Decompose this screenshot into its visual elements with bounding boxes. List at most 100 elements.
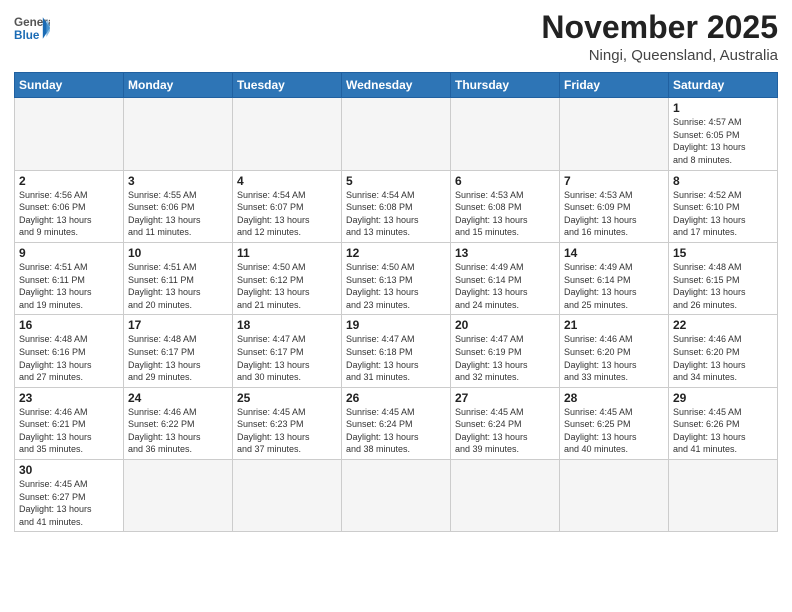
day-info: Sunrise: 4:53 AM Sunset: 6:09 PM Dayligh… bbox=[564, 189, 664, 239]
table-row: 28Sunrise: 4:45 AM Sunset: 6:25 PM Dayli… bbox=[560, 387, 669, 459]
table-row: 26Sunrise: 4:45 AM Sunset: 6:24 PM Dayli… bbox=[342, 387, 451, 459]
day-number: 6 bbox=[455, 174, 555, 188]
table-row bbox=[669, 460, 778, 532]
calendar-header-row: Sunday Monday Tuesday Wednesday Thursday… bbox=[15, 73, 778, 98]
table-row: 16Sunrise: 4:48 AM Sunset: 6:16 PM Dayli… bbox=[15, 315, 124, 387]
month-year-title: November 2025 bbox=[541, 10, 778, 45]
day-number: 12 bbox=[346, 246, 446, 260]
day-number: 27 bbox=[455, 391, 555, 405]
table-row bbox=[233, 98, 342, 170]
day-info: Sunrise: 4:47 AM Sunset: 6:17 PM Dayligh… bbox=[237, 333, 337, 383]
table-row: 6Sunrise: 4:53 AM Sunset: 6:08 PM Daylig… bbox=[451, 170, 560, 242]
day-info: Sunrise: 4:51 AM Sunset: 6:11 PM Dayligh… bbox=[19, 261, 119, 311]
day-number: 17 bbox=[128, 318, 228, 332]
table-row bbox=[15, 98, 124, 170]
title-block: November 2025 Ningi, Queensland, Austral… bbox=[541, 10, 778, 64]
day-number: 16 bbox=[19, 318, 119, 332]
day-info: Sunrise: 4:53 AM Sunset: 6:08 PM Dayligh… bbox=[455, 189, 555, 239]
table-row: 27Sunrise: 4:45 AM Sunset: 6:24 PM Dayli… bbox=[451, 387, 560, 459]
header-tuesday: Tuesday bbox=[233, 73, 342, 98]
table-row: 3Sunrise: 4:55 AM Sunset: 6:06 PM Daylig… bbox=[124, 170, 233, 242]
day-info: Sunrise: 4:50 AM Sunset: 6:12 PM Dayligh… bbox=[237, 261, 337, 311]
table-row bbox=[124, 98, 233, 170]
day-info: Sunrise: 4:46 AM Sunset: 6:21 PM Dayligh… bbox=[19, 406, 119, 456]
table-row: 14Sunrise: 4:49 AM Sunset: 6:14 PM Dayli… bbox=[560, 242, 669, 314]
logo-icon: General Blue bbox=[14, 10, 50, 46]
header-monday: Monday bbox=[124, 73, 233, 98]
table-row: 29Sunrise: 4:45 AM Sunset: 6:26 PM Dayli… bbox=[669, 387, 778, 459]
day-number: 24 bbox=[128, 391, 228, 405]
day-number: 22 bbox=[673, 318, 773, 332]
table-row: 17Sunrise: 4:48 AM Sunset: 6:17 PM Dayli… bbox=[124, 315, 233, 387]
header-sunday: Sunday bbox=[15, 73, 124, 98]
table-row bbox=[451, 460, 560, 532]
day-number: 14 bbox=[564, 246, 664, 260]
day-number: 28 bbox=[564, 391, 664, 405]
header-saturday: Saturday bbox=[669, 73, 778, 98]
table-row: 7Sunrise: 4:53 AM Sunset: 6:09 PM Daylig… bbox=[560, 170, 669, 242]
day-number: 15 bbox=[673, 246, 773, 260]
table-row: 8Sunrise: 4:52 AM Sunset: 6:10 PM Daylig… bbox=[669, 170, 778, 242]
table-row: 22Sunrise: 4:46 AM Sunset: 6:20 PM Dayli… bbox=[669, 315, 778, 387]
day-info: Sunrise: 4:48 AM Sunset: 6:15 PM Dayligh… bbox=[673, 261, 773, 311]
header-friday: Friday bbox=[560, 73, 669, 98]
table-row: 23Sunrise: 4:46 AM Sunset: 6:21 PM Dayli… bbox=[15, 387, 124, 459]
table-row: 1Sunrise: 4:57 AM Sunset: 6:05 PM Daylig… bbox=[669, 98, 778, 170]
day-info: Sunrise: 4:47 AM Sunset: 6:19 PM Dayligh… bbox=[455, 333, 555, 383]
day-info: Sunrise: 4:49 AM Sunset: 6:14 PM Dayligh… bbox=[564, 261, 664, 311]
day-number: 18 bbox=[237, 318, 337, 332]
day-number: 23 bbox=[19, 391, 119, 405]
day-info: Sunrise: 4:45 AM Sunset: 6:25 PM Dayligh… bbox=[564, 406, 664, 456]
day-info: Sunrise: 4:50 AM Sunset: 6:13 PM Dayligh… bbox=[346, 261, 446, 311]
table-row bbox=[233, 460, 342, 532]
day-info: Sunrise: 4:49 AM Sunset: 6:14 PM Dayligh… bbox=[455, 261, 555, 311]
table-row bbox=[342, 98, 451, 170]
table-row: 5Sunrise: 4:54 AM Sunset: 6:08 PM Daylig… bbox=[342, 170, 451, 242]
header-wednesday: Wednesday bbox=[342, 73, 451, 98]
table-row: 21Sunrise: 4:46 AM Sunset: 6:20 PM Dayli… bbox=[560, 315, 669, 387]
table-row bbox=[560, 98, 669, 170]
day-info: Sunrise: 4:46 AM Sunset: 6:20 PM Dayligh… bbox=[673, 333, 773, 383]
table-row: 19Sunrise: 4:47 AM Sunset: 6:18 PM Dayli… bbox=[342, 315, 451, 387]
table-row bbox=[451, 98, 560, 170]
day-info: Sunrise: 4:46 AM Sunset: 6:20 PM Dayligh… bbox=[564, 333, 664, 383]
day-info: Sunrise: 4:45 AM Sunset: 6:24 PM Dayligh… bbox=[455, 406, 555, 456]
day-number: 13 bbox=[455, 246, 555, 260]
day-info: Sunrise: 4:51 AM Sunset: 6:11 PM Dayligh… bbox=[128, 261, 228, 311]
table-row: 13Sunrise: 4:49 AM Sunset: 6:14 PM Dayli… bbox=[451, 242, 560, 314]
day-number: 30 bbox=[19, 463, 119, 477]
header-thursday: Thursday bbox=[451, 73, 560, 98]
table-row: 12Sunrise: 4:50 AM Sunset: 6:13 PM Dayli… bbox=[342, 242, 451, 314]
day-number: 10 bbox=[128, 246, 228, 260]
header: General Blue November 2025 Ningi, Queens… bbox=[14, 10, 778, 64]
table-row bbox=[560, 460, 669, 532]
day-number: 26 bbox=[346, 391, 446, 405]
logo: General Blue bbox=[14, 10, 50, 46]
table-row bbox=[124, 460, 233, 532]
day-number: 9 bbox=[19, 246, 119, 260]
table-row: 25Sunrise: 4:45 AM Sunset: 6:23 PM Dayli… bbox=[233, 387, 342, 459]
table-row: 30Sunrise: 4:45 AM Sunset: 6:27 PM Dayli… bbox=[15, 460, 124, 532]
day-number: 21 bbox=[564, 318, 664, 332]
table-row: 10Sunrise: 4:51 AM Sunset: 6:11 PM Dayli… bbox=[124, 242, 233, 314]
day-info: Sunrise: 4:48 AM Sunset: 6:16 PM Dayligh… bbox=[19, 333, 119, 383]
day-info: Sunrise: 4:52 AM Sunset: 6:10 PM Dayligh… bbox=[673, 189, 773, 239]
day-number: 8 bbox=[673, 174, 773, 188]
calendar-table: Sunday Monday Tuesday Wednesday Thursday… bbox=[14, 72, 778, 532]
day-info: Sunrise: 4:55 AM Sunset: 6:06 PM Dayligh… bbox=[128, 189, 228, 239]
day-info: Sunrise: 4:57 AM Sunset: 6:05 PM Dayligh… bbox=[673, 116, 773, 166]
table-row bbox=[342, 460, 451, 532]
day-number: 2 bbox=[19, 174, 119, 188]
day-info: Sunrise: 4:45 AM Sunset: 6:27 PM Dayligh… bbox=[19, 478, 119, 528]
day-number: 20 bbox=[455, 318, 555, 332]
table-row: 11Sunrise: 4:50 AM Sunset: 6:12 PM Dayli… bbox=[233, 242, 342, 314]
day-info: Sunrise: 4:46 AM Sunset: 6:22 PM Dayligh… bbox=[128, 406, 228, 456]
day-number: 25 bbox=[237, 391, 337, 405]
day-number: 11 bbox=[237, 246, 337, 260]
day-number: 29 bbox=[673, 391, 773, 405]
svg-text:Blue: Blue bbox=[14, 29, 40, 42]
day-info: Sunrise: 4:45 AM Sunset: 6:26 PM Dayligh… bbox=[673, 406, 773, 456]
day-info: Sunrise: 4:45 AM Sunset: 6:24 PM Dayligh… bbox=[346, 406, 446, 456]
table-row: 2Sunrise: 4:56 AM Sunset: 6:06 PM Daylig… bbox=[15, 170, 124, 242]
day-info: Sunrise: 4:54 AM Sunset: 6:07 PM Dayligh… bbox=[237, 189, 337, 239]
